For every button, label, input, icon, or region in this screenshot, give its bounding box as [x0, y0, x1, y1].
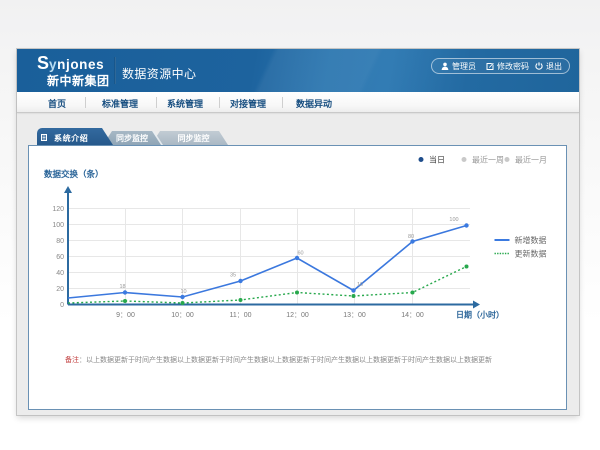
- svg-text:10: 10: [180, 289, 186, 295]
- svg-text:11：00: 11：00: [229, 312, 251, 319]
- svg-text:120: 120: [52, 206, 64, 213]
- svg-text:最近一月: 最近一月: [515, 155, 547, 165]
- svg-text:10: 10: [357, 282, 363, 288]
- svg-text:更新数据: 更新数据: [515, 249, 547, 259]
- svg-text:60: 60: [56, 254, 64, 261]
- svg-text:0: 0: [60, 302, 64, 309]
- svg-text:20: 20: [56, 286, 64, 293]
- svg-text:14：00: 14：00: [401, 312, 424, 319]
- svg-text:100: 100: [52, 222, 64, 229]
- svg-text:新增数据: 新增数据: [515, 235, 547, 245]
- svg-text:100: 100: [449, 217, 458, 223]
- svg-text:60: 60: [297, 251, 303, 257]
- svg-text:日期（小时）: 日期（小时）: [456, 310, 504, 320]
- svg-text:80: 80: [56, 238, 64, 245]
- svg-text:13：00: 13：00: [343, 312, 366, 319]
- svg-text:35: 35: [230, 273, 236, 279]
- svg-text:18: 18: [119, 284, 125, 290]
- svg-text:12：00: 12：00: [286, 312, 309, 319]
- svg-text:当日: 当日: [429, 155, 445, 165]
- svg-text:40: 40: [56, 270, 64, 277]
- svg-text:80: 80: [408, 234, 414, 240]
- svg-text:9：00: 9：00: [116, 312, 135, 319]
- svg-text:最近一周: 最近一周: [472, 155, 504, 165]
- svg-text:10：00: 10：00: [171, 312, 194, 319]
